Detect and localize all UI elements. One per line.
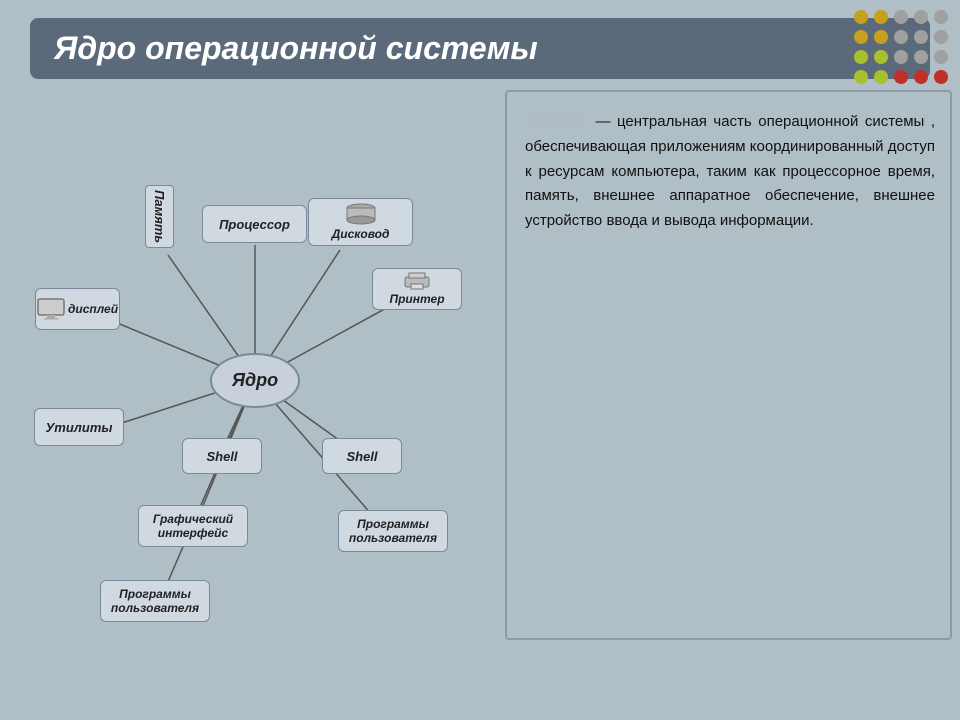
decoration-dot bbox=[854, 10, 868, 24]
decoration-dot bbox=[934, 50, 948, 64]
description-text: — центральная часть операционной системы… bbox=[510, 90, 950, 254]
monitor-icon bbox=[37, 298, 65, 320]
title-bar: Ядро операционной системы bbox=[30, 18, 930, 79]
page-title: Ядро операционной системы bbox=[54, 30, 538, 67]
decoration-dot bbox=[934, 70, 948, 84]
description-body: — центральная часть операционной системы… bbox=[525, 113, 935, 229]
dots-decoration bbox=[854, 10, 950, 86]
decoration-dot bbox=[874, 70, 888, 84]
decoration-dot bbox=[874, 10, 888, 24]
graphic-ui-node: Графическийинтерфейс bbox=[138, 505, 248, 547]
user-programs1-node: Программыпользователя bbox=[100, 580, 210, 622]
decoration-dot bbox=[914, 30, 928, 44]
diagram-area: Ядро дисплей Память Процессор Дисковод bbox=[20, 90, 500, 690]
decoration-dot bbox=[934, 30, 948, 44]
user-programs2-node: Программыпользователя bbox=[338, 510, 448, 552]
decoration-dot bbox=[914, 50, 928, 64]
decoration-dot bbox=[914, 70, 928, 84]
processor-node: Процессор bbox=[202, 205, 307, 243]
decoration-dot bbox=[854, 30, 868, 44]
decoration-dot bbox=[854, 70, 868, 84]
printer-node: Принтер bbox=[372, 268, 462, 310]
disk-icon bbox=[345, 203, 377, 225]
decoration-dot bbox=[914, 10, 928, 24]
disk-node: Дисковод bbox=[308, 198, 413, 246]
decoration-dot bbox=[934, 10, 948, 24]
decoration-dot bbox=[874, 30, 888, 44]
decoration-dot bbox=[874, 50, 888, 64]
yadro-node: Ядро bbox=[210, 353, 300, 408]
decoration-dot bbox=[894, 30, 908, 44]
utilities-node: Утилиты bbox=[34, 408, 124, 446]
shell1-node: Shell bbox=[182, 438, 262, 474]
decoration-dot bbox=[894, 50, 908, 64]
decoration-dot bbox=[854, 50, 868, 64]
decoration-dot bbox=[894, 10, 908, 24]
memory-node: Память bbox=[145, 185, 174, 248]
decoration-dot bbox=[894, 70, 908, 84]
shell2-node: Shell bbox=[322, 438, 402, 474]
printer-icon bbox=[403, 272, 431, 290]
display-node: дисплей bbox=[35, 288, 120, 330]
